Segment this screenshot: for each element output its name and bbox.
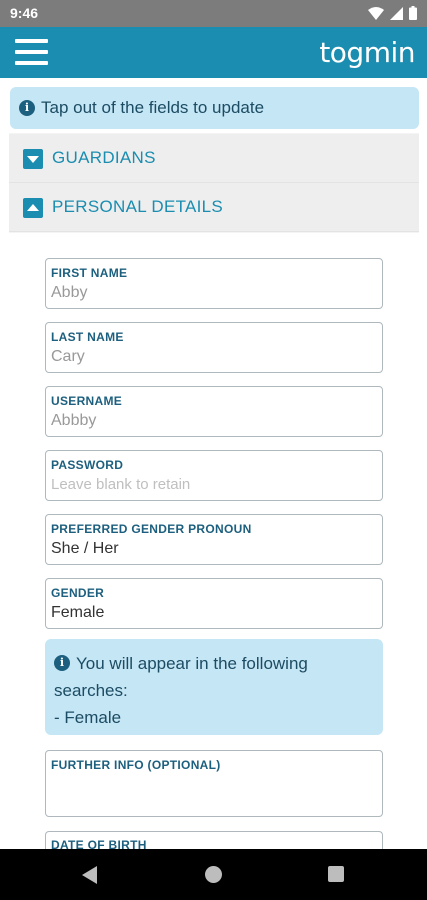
last-name-label: LAST NAME bbox=[51, 330, 124, 344]
hamburger-menu-icon[interactable] bbox=[12, 35, 50, 69]
gender-field[interactable]: GENDER Female bbox=[45, 578, 383, 629]
search-note: i You will appear in the following search… bbox=[45, 639, 383, 735]
first-name-value[interactable]: Abby bbox=[51, 284, 87, 302]
personal-details-section-label: PERSONAL DETAILS bbox=[52, 197, 224, 216]
username-value[interactable]: Abbby bbox=[51, 412, 96, 430]
search-note-line-3: - Female bbox=[54, 708, 122, 727]
gender-label: GENDER bbox=[51, 586, 105, 600]
username-label: USERNAME bbox=[51, 394, 123, 408]
info-banner-text: Tap out of the fields to update bbox=[41, 98, 265, 117]
password-field[interactable]: PASSWORD Leave blank to retain bbox=[45, 450, 383, 501]
password-placeholder[interactable]: Leave blank to retain bbox=[51, 476, 190, 493]
info-icon: i bbox=[19, 100, 35, 116]
back-icon[interactable] bbox=[82, 866, 97, 884]
further-info-field[interactable]: FURTHER INFO (OPTIONAL) bbox=[45, 750, 383, 817]
gender-value[interactable]: Female bbox=[51, 604, 104, 622]
status-bar: 9:46 bbox=[0, 0, 427, 27]
pronoun-label: PREFERRED GENDER PRONOUN bbox=[51, 522, 252, 536]
app-bar: togmin bbox=[0, 27, 427, 78]
status-icons bbox=[368, 6, 417, 20]
last-name-field[interactable]: LAST NAME Cary bbox=[45, 322, 383, 373]
battery-icon bbox=[409, 6, 417, 20]
last-name-value[interactable]: Cary bbox=[51, 348, 85, 366]
first-name-label: FIRST NAME bbox=[51, 266, 128, 280]
info-banner: i Tap out of the fields to update bbox=[10, 87, 419, 129]
further-info-label: FURTHER INFO (OPTIONAL) bbox=[51, 758, 221, 772]
password-label: PASSWORD bbox=[51, 458, 124, 472]
status-time: 9:46 bbox=[10, 5, 39, 21]
guardians-section-label: GUARDIANS bbox=[52, 148, 156, 167]
search-note-line-2: searches: bbox=[54, 681, 128, 700]
pronoun-field[interactable]: PREFERRED GENDER PRONOUN She / Her bbox=[45, 514, 383, 565]
search-note-line-1: You will appear in the following bbox=[76, 654, 308, 673]
app-logo: togmin bbox=[319, 36, 415, 69]
info-icon: i bbox=[54, 655, 70, 671]
wifi-icon bbox=[368, 6, 384, 20]
signal-icon bbox=[390, 6, 403, 20]
personal-details-section-header[interactable]: PERSONAL DETAILS bbox=[9, 183, 419, 232]
expand-icon bbox=[23, 149, 43, 169]
guardians-section-header[interactable]: GUARDIANS bbox=[9, 134, 419, 183]
system-nav-bar bbox=[0, 849, 427, 900]
recents-icon[interactable] bbox=[328, 866, 344, 882]
home-icon[interactable] bbox=[205, 866, 222, 883]
first-name-field[interactable]: FIRST NAME Abby bbox=[45, 258, 383, 309]
username-field[interactable]: USERNAME Abbby bbox=[45, 386, 383, 437]
search-note-line-1-row: i You will appear in the following bbox=[54, 650, 383, 677]
pronoun-value[interactable]: She / Her bbox=[51, 540, 119, 558]
collapse-icon bbox=[23, 198, 43, 218]
